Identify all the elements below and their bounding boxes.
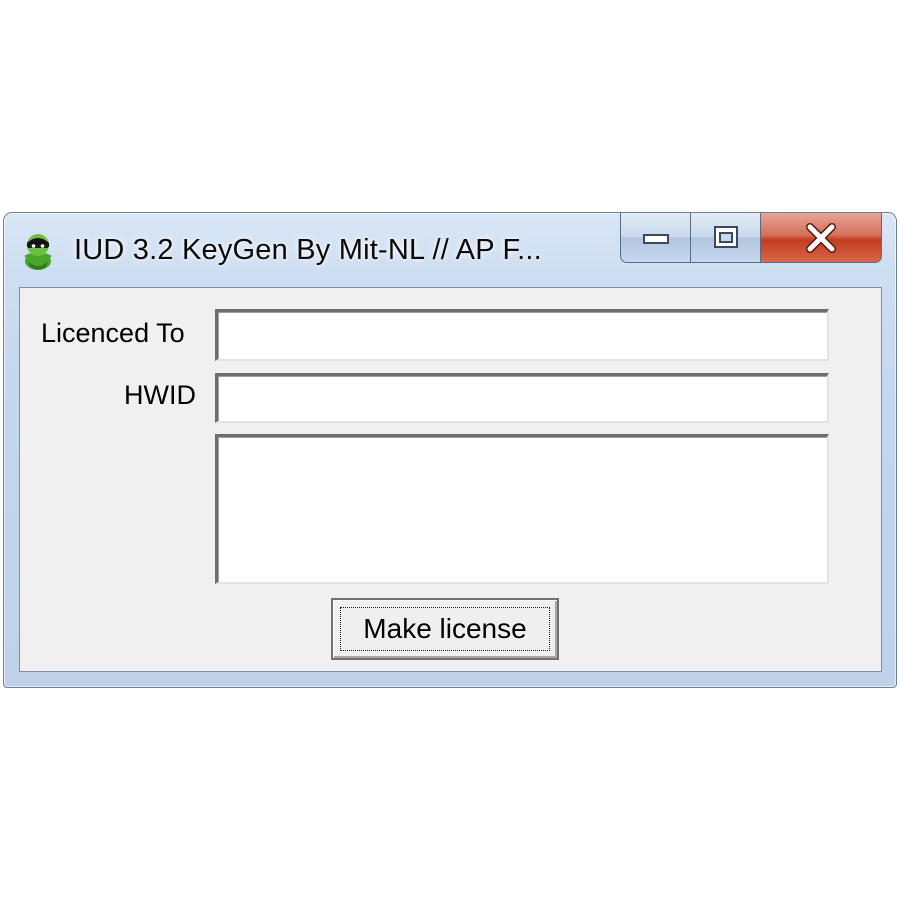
maximize-icon [713,225,738,248]
licenced-to-label: Licenced To [41,318,185,348]
close-icon [806,222,836,253]
licenced-to-input[interactable] [215,309,829,361]
license-output-textarea[interactable] [215,434,829,584]
dialog-client-area: Licenced To HWID Make license [19,287,882,672]
hwid-input[interactable] [215,373,829,423]
minimize-button[interactable] [620,213,691,263]
make-license-button[interactable]: Make license [331,598,559,660]
close-button[interactable] [761,213,882,263]
minimize-icon [642,233,669,244]
hwid-label: HWID [124,380,196,410]
masked-figure-icon [24,234,52,270]
make-license-label: Make license [340,607,550,651]
title-bar[interactable]: IUD 3.2 KeyGen By Mit-NL // AP F... [4,213,896,287]
maximize-button[interactable] [691,213,761,263]
caption-buttons [620,213,882,263]
keygen-window: IUD 3.2 KeyGen By Mit-NL // AP F... Lice… [3,212,897,688]
window-title: IUD 3.2 KeyGen By Mit-NL // AP F... [74,234,542,266]
